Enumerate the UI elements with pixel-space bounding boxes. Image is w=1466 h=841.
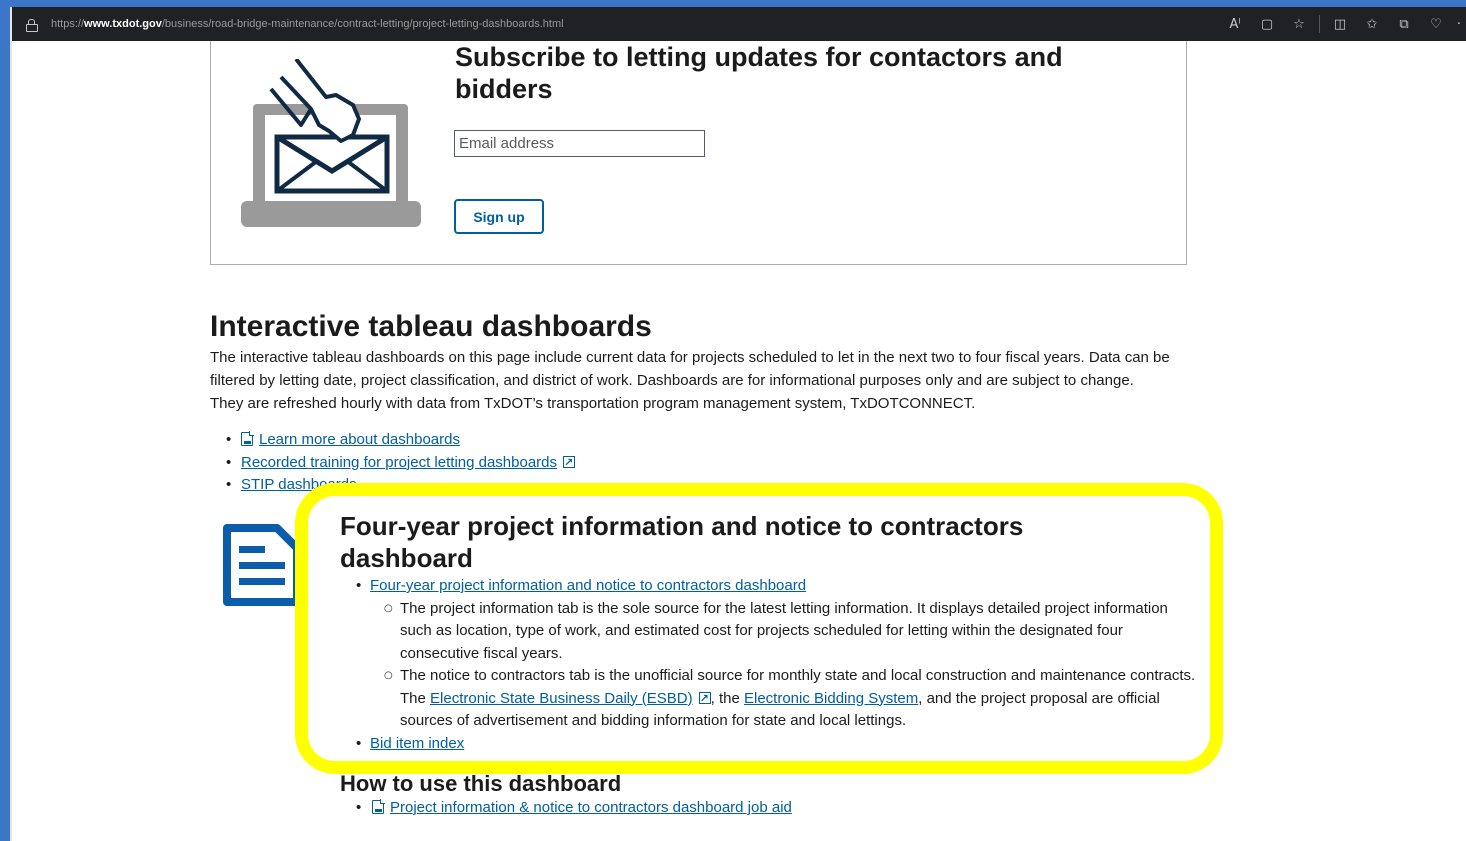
list-item: Learn more about dashboards <box>226 429 575 452</box>
favorite-star-icon[interactable]: ☆ <box>1283 7 1315 41</box>
list-item: STIP dashboards <box>226 474 575 497</box>
four-year-list: Four-year project information and notice… <box>356 575 1196 755</box>
subscribe-panel: Subscribe to letting updates for contact… <box>210 41 1187 265</box>
browser-toolbar: Aˡ ▢ ☆ ◫ ✩ ⧉ ♡ · <box>1219 7 1466 41</box>
pdf-file-icon <box>241 431 254 446</box>
toolbar-separator <box>1319 15 1320 33</box>
favorites-list-icon[interactable]: ✩ <box>1356 7 1388 41</box>
url-host: www.txdot.gov <box>84 18 162 30</box>
four-year-heading: Four-year project information and notice… <box>340 511 1024 573</box>
project-info-text: The project information tab is the sole … <box>400 599 1168 662</box>
read-aloud-icon[interactable]: Aˡ <box>1219 7 1251 41</box>
bid-item-index-link[interactable]: Bid item index <box>370 735 464 752</box>
more-options-icon[interactable]: · <box>1452 7 1466 41</box>
recorded-training-link[interactable]: Recorded training for project letting da… <box>241 454 557 471</box>
sign-up-button[interactable]: Sign up <box>454 199 544 234</box>
list-item: Recorded training for project letting da… <box>226 452 576 474</box>
stip-dashboards-link[interactable]: STIP dashboards <box>241 476 357 493</box>
how-to-list: Project information & notice to contract… <box>356 797 792 820</box>
learn-more-link[interactable]: Learn more about dashboards <box>259 431 460 448</box>
lock-icon[interactable] <box>26 18 38 32</box>
job-aid-link[interactable]: Project information & notice to contract… <box>390 799 792 816</box>
esbd-link[interactable]: Electronic State Business Daily (ESBD) <box>430 690 693 707</box>
external-link-icon <box>563 452 576 474</box>
four-year-dashboard-link[interactable]: Four-year project information and notice… <box>370 577 806 594</box>
immersive-reader-icon[interactable]: ▢ <box>1251 7 1283 41</box>
list-item: Project information & notice to contract… <box>356 797 792 820</box>
window-frame-top <box>0 0 1466 7</box>
document-icon <box>223 524 301 606</box>
project-info-item: The project information tab is the sole … <box>384 598 1196 666</box>
window-frame-left-edge <box>10 7 12 841</box>
dashboard-links-list: Learn more about dashboards Recorded tra… <box>226 429 576 497</box>
browser-essentials-icon[interactable]: ♡ <box>1420 7 1452 41</box>
laptop-email-icon <box>241 59 421 227</box>
notice-item: The notice to contractors tab is the uno… <box>384 665 1196 733</box>
dashboards-description: The interactive tableau dashboards on th… <box>210 349 1170 412</box>
list-item: Bid item index <box>356 733 1196 756</box>
pdf-file-icon <box>372 799 385 814</box>
email-field[interactable] <box>454 130 705 157</box>
dashboards-heading: Interactive tableau dashboards <box>210 310 652 343</box>
four-year-sublist: The project information tab is the sole … <box>384 598 1196 733</box>
external-link-icon <box>698 688 711 710</box>
how-to-heading: How to use this dashboard <box>340 771 622 796</box>
url-protocol: https:// <box>51 18 85 30</box>
url-text[interactable]: https://www.txdot.gov/business/road-brid… <box>51 18 564 30</box>
collections-icon[interactable]: ⧉ <box>1388 7 1420 41</box>
electronic-bidding-link[interactable]: Electronic Bidding System <box>744 690 918 707</box>
address-bar[interactable]: https://www.txdot.gov/business/road-brid… <box>12 7 1466 41</box>
list-item: Four-year project information and notice… <box>356 575 1196 733</box>
url-path: /business/road-bridge-maintenance/contra… <box>161 18 564 30</box>
split-screen-icon[interactable]: ◫ <box>1324 7 1356 41</box>
notice-text: , the <box>710 689 744 707</box>
subscribe-title: Subscribe to letting updates for contact… <box>455 42 1063 104</box>
